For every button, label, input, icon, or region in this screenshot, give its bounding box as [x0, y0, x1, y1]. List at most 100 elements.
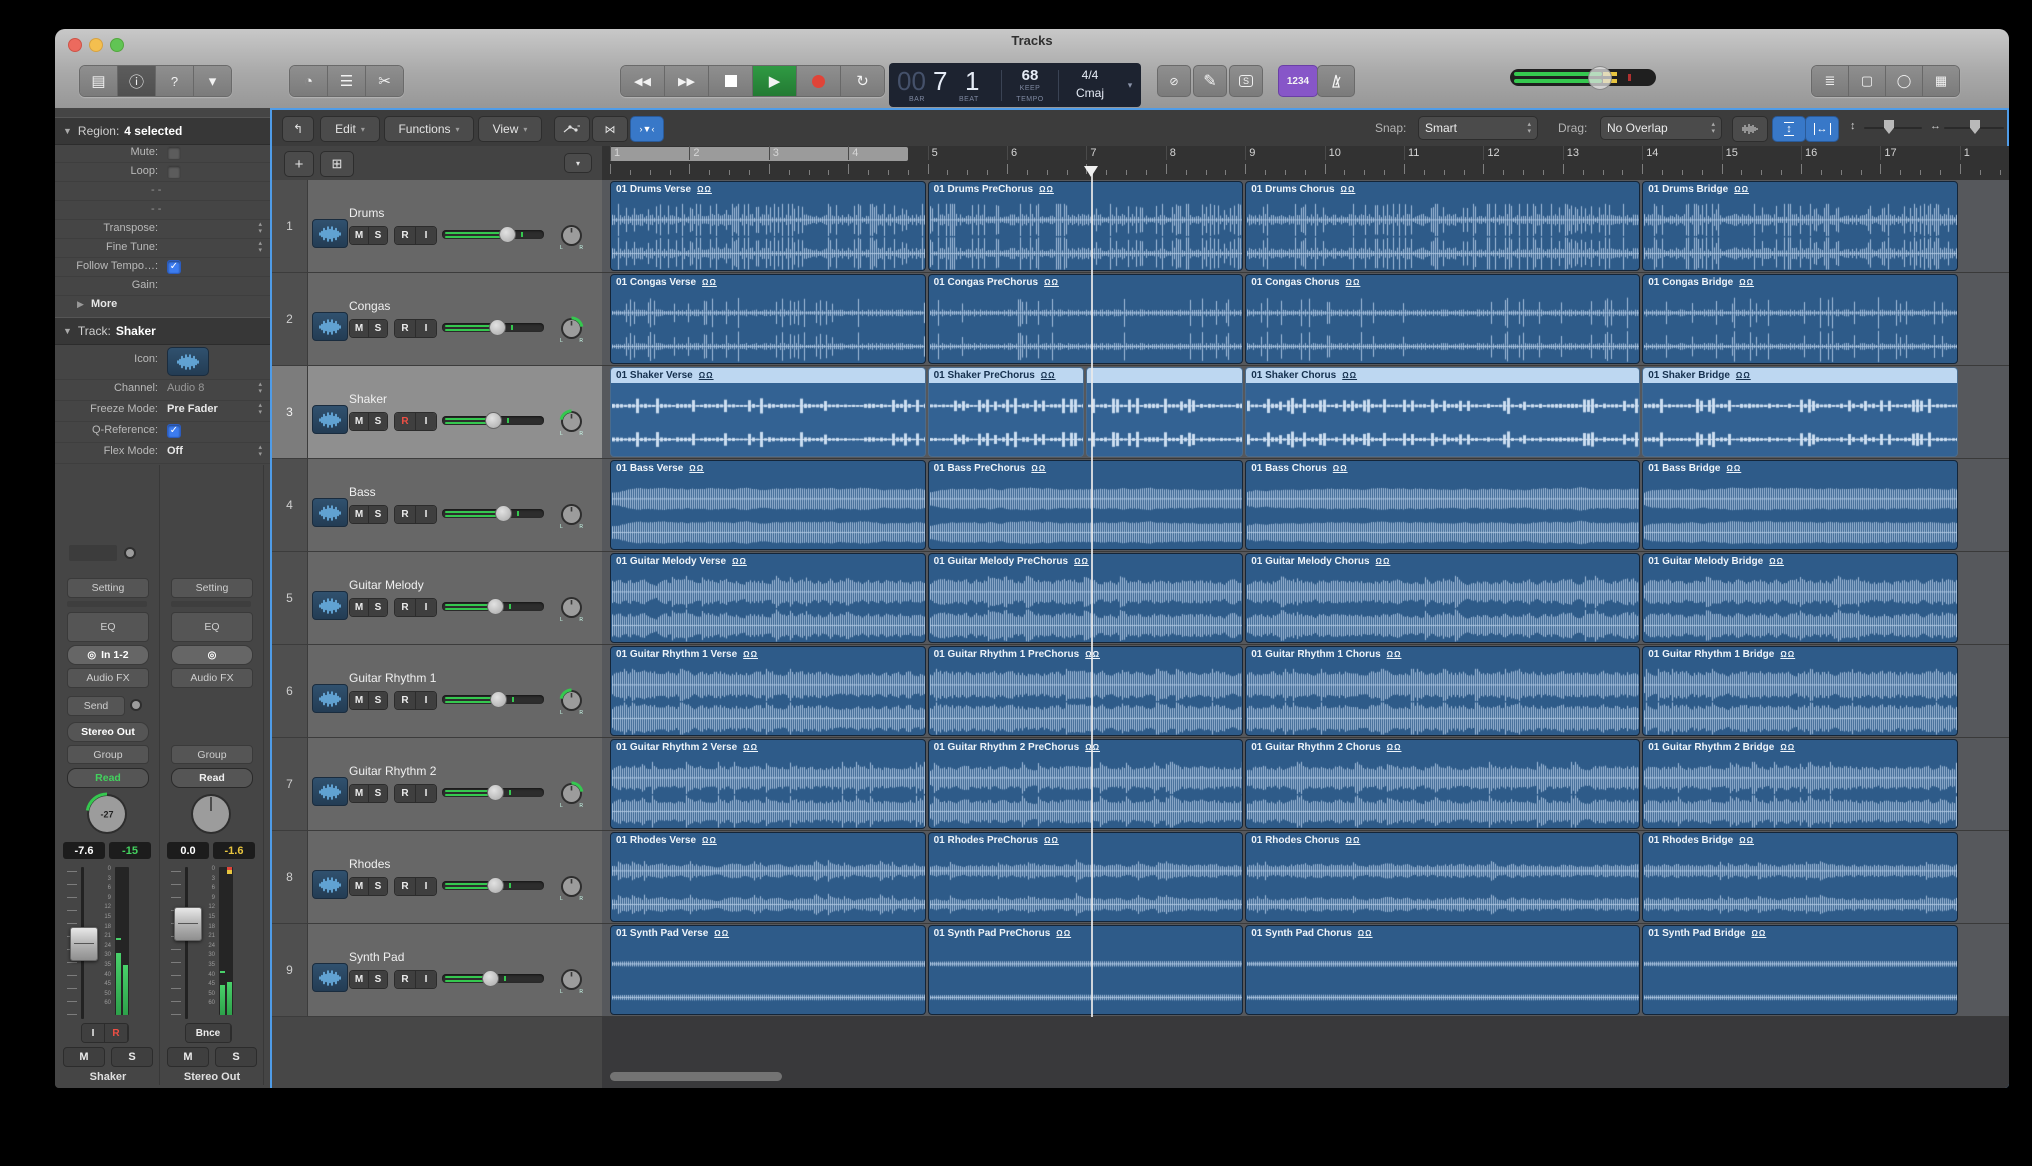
- region[interactable]: 01 Shaker Verse ΩΩ: [610, 367, 926, 457]
- track-volume-slider[interactable]: [442, 970, 544, 987]
- stepper-icon[interactable]: ▴ ▾: [258, 444, 262, 458]
- track-header-bass[interactable]: 4 Bass M S R I L R: [272, 459, 602, 552]
- replace-mode-button[interactable]: S: [1229, 65, 1263, 97]
- region[interactable]: 01 Drums Chorus ΩΩ: [1245, 181, 1641, 271]
- play-button[interactable]: ▶: [753, 66, 797, 96]
- region[interactable]: 01 Guitar Melody Bridge ΩΩ: [1642, 553, 1958, 643]
- region[interactable]: 01 Bass Chorus ΩΩ: [1245, 460, 1641, 550]
- send-slot-button[interactable]: Send: [67, 696, 125, 716]
- track-solo-button[interactable]: S: [369, 506, 387, 523]
- track-mute-button[interactable]: M: [350, 506, 369, 523]
- track-volume-slider[interactable]: [442, 412, 544, 429]
- track-pan-knob[interactable]: LR: [558, 501, 585, 530]
- track-volume-thumb[interactable]: [488, 319, 506, 336]
- setting-button[interactable]: Setting: [67, 578, 149, 598]
- region[interactable]: 01 Congas Chorus ΩΩ: [1245, 274, 1641, 364]
- track-pan-knob[interactable]: LR: [558, 408, 585, 437]
- track-pan-knob[interactable]: LR: [558, 780, 585, 809]
- region-param-checkbox[interactable]: ✓: [167, 260, 181, 274]
- track-icon[interactable]: [312, 591, 348, 620]
- forward-button[interactable]: ▶▶: [665, 66, 709, 96]
- track-input-button[interactable]: I: [416, 878, 436, 895]
- region[interactable]: 01 Bass Bridge ΩΩ: [1642, 460, 1958, 550]
- track-record-button[interactable]: R: [395, 971, 416, 988]
- region[interactable]: 01 Congas PreChorus ΩΩ: [927, 274, 1244, 364]
- track-solo-button[interactable]: S: [369, 599, 387, 616]
- stepper-icon[interactable]: ▴ ▾: [258, 221, 262, 235]
- track-solo-button[interactable]: S: [369, 971, 387, 988]
- region-param-checkbox[interactable]: [167, 165, 181, 179]
- track-record-button[interactable]: R: [395, 227, 416, 244]
- track-mute-button[interactable]: M: [350, 599, 369, 616]
- rewind-button[interactable]: ◀◀: [621, 66, 665, 96]
- track-header-config-button[interactable]: ▾: [564, 153, 592, 173]
- track-input-button[interactable]: I: [416, 227, 436, 244]
- snap-dropdown[interactable]: Smart ▴ ▾: [1418, 116, 1538, 140]
- group-slot-button[interactable]: Group: [67, 745, 149, 764]
- region[interactable]: 01 Bass Verse ΩΩ: [610, 460, 926, 550]
- track-volume-slider[interactable]: [442, 691, 544, 708]
- vertical-auto-zoom-button[interactable]: ↕: [1772, 116, 1806, 142]
- strip-gain-knob[interactable]: [121, 544, 139, 562]
- region[interactable]: 01 Rhodes Verse ΩΩ: [610, 832, 926, 922]
- region[interactable]: 01 Drums Bridge ΩΩ: [1642, 181, 1958, 271]
- track-solo-button[interactable]: S: [369, 785, 387, 802]
- library-button[interactable]: ▤: [80, 66, 118, 96]
- track-input-button[interactable]: I: [416, 413, 436, 430]
- track-record-button[interactable]: R: [395, 878, 416, 895]
- track-solo-button[interactable]: S: [369, 320, 387, 337]
- track-icon-button[interactable]: [167, 347, 209, 376]
- master-volume-slider[interactable]: [1510, 66, 1656, 90]
- setting-button[interactable]: Setting: [171, 578, 253, 598]
- track-header-drums[interactable]: 1 Drums M S R I L R: [272, 180, 602, 273]
- count-in-button[interactable]: 1234: [1278, 65, 1318, 97]
- track-volume-thumb[interactable]: [482, 970, 499, 987]
- track-record-button[interactable]: R: [395, 599, 416, 616]
- region[interactable]: 01 Drums PreChorus ΩΩ: [927, 181, 1244, 271]
- track-header-congas[interactable]: 2 Congas M S R I L R: [272, 273, 602, 366]
- strip-solo-button[interactable]: S: [215, 1047, 257, 1067]
- strip-bounce-button[interactable]: Bnce: [186, 1024, 231, 1042]
- media-browser-button[interactable]: ▦: [1923, 66, 1959, 96]
- region[interactable]: 01 Guitar Melody Verse ΩΩ: [610, 553, 926, 643]
- strip-record-button[interactable]: R: [105, 1024, 128, 1042]
- track-pan-knob[interactable]: LR: [558, 966, 585, 995]
- track-volume-thumb[interactable]: [499, 226, 517, 243]
- region[interactable]: 01 Guitar Melody Chorus ΩΩ: [1245, 553, 1641, 643]
- track-record-button[interactable]: R: [395, 785, 416, 802]
- region[interactable]: 01 Synth Pad PreChorus ΩΩ: [927, 925, 1244, 1015]
- eq-slot-button[interactable]: EQ: [67, 612, 149, 642]
- track-param-checkbox[interactable]: ✓: [167, 424, 181, 438]
- eq-slot-button[interactable]: EQ: [171, 612, 253, 642]
- track-pan-knob[interactable]: LR: [558, 222, 585, 251]
- region[interactable]: 01 Guitar Rhythm 2 Verse ΩΩ: [610, 739, 926, 829]
- track-input-button[interactable]: I: [416, 599, 436, 616]
- playhead-marker[interactable]: [1083, 166, 1098, 177]
- cycle-button[interactable]: ↻: [841, 66, 884, 96]
- track-volume-slider[interactable]: [442, 784, 544, 801]
- track-icon[interactable]: [312, 219, 348, 248]
- track-mute-button[interactable]: M: [350, 971, 369, 988]
- stepper-icon[interactable]: ▴ ▾: [258, 381, 262, 395]
- waveform-zoom-button[interactable]: [1732, 116, 1768, 142]
- add-track-button[interactable]: +: [284, 151, 314, 177]
- region-area[interactable]: 01 Drums Verse ΩΩ 01 Drums PreChorus ΩΩ 01 D…: [602, 180, 2009, 1017]
- region[interactable]: 01 Shaker Bridge ΩΩ: [1642, 367, 1958, 457]
- track-icon[interactable]: [312, 777, 348, 806]
- region[interactable]: 01 Rhodes Bridge ΩΩ: [1642, 832, 1958, 922]
- track-pan-knob[interactable]: LR: [558, 315, 585, 344]
- bar-ruler[interactable]: 1 2 3 4 5 6 7 8 9 10 11 12 13 14 15 16 17 1: [602, 146, 2009, 181]
- track-input-button[interactable]: I: [416, 692, 436, 709]
- tuner-button[interactable]: ✎: [1193, 65, 1227, 97]
- track-icon[interactable]: [312, 498, 348, 527]
- catch-playhead-button[interactable]: ›▼‹: [630, 116, 664, 142]
- region[interactable]: 01 Guitar Rhythm 1 Bridge ΩΩ: [1642, 646, 1958, 736]
- track-mute-button[interactable]: M: [350, 227, 369, 244]
- track-header-guitar-rhythm-1[interactable]: 6 Guitar Rhythm 1MSRILR: [272, 645, 602, 738]
- region[interactable]: 01 Rhodes PreChorus ΩΩ: [927, 832, 1244, 922]
- solo-off-button[interactable]: ⊘: [1157, 65, 1191, 97]
- track-record-button[interactable]: R: [395, 506, 416, 523]
- track-header-rhodes[interactable]: 8 Rhodes M S R I L R: [272, 831, 602, 924]
- region[interactable]: 01 Guitar Rhythm 1 Verse ΩΩ: [610, 646, 926, 736]
- track-solo-button[interactable]: S: [369, 227, 387, 244]
